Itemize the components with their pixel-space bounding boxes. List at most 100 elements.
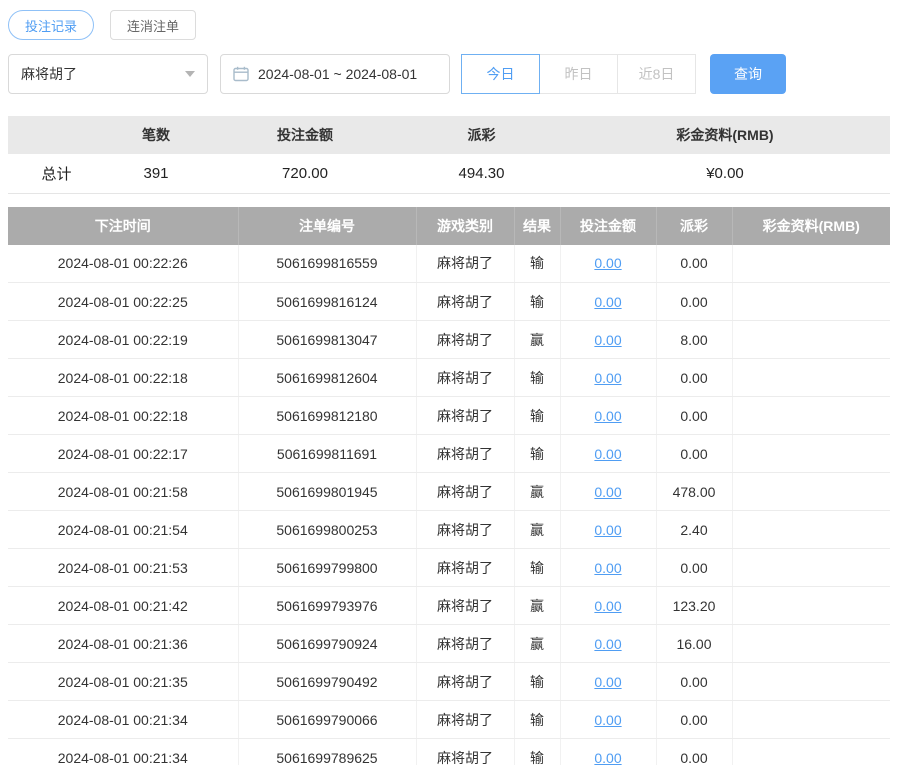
table-row: 2024-08-01 00:22:25 5061699816124 麻将胡了 输… [8,283,890,321]
cell-bet-time: 2024-08-01 00:21:35 [8,663,238,701]
summary-table: 笔数 投注金额 派彩 彩金资料(RMB) 总计 391 720.00 494.3… [8,116,890,194]
bet-amount-link[interactable]: 0.00 [594,370,621,386]
cell-order-id: 5061699812604 [238,359,416,397]
cell-payout: 0.00 [656,359,732,397]
cell-result: 输 [514,359,560,397]
cell-bet-time: 2024-08-01 00:22:18 [8,397,238,435]
top-tabs: 投注记录 连消注单 [8,10,890,40]
cell-bet-amount: 0.00 [560,245,656,283]
summary-total-row: 总计 391 720.00 494.30 ¥0.00 [8,154,890,193]
header-bet-amount: 投注金额 [560,207,656,245]
cell-order-id: 5061699816124 [238,283,416,321]
tab-cancelled-orders[interactable]: 连消注单 [110,10,196,40]
cell-game-type: 麻将胡了 [416,739,514,765]
page: 投注记录 连消注单 麻将胡了 2024-08-01 ~ 2024-08-01 今… [0,0,898,765]
cell-bonus [732,359,890,397]
cell-order-id: 5061699799800 [238,549,416,587]
cell-bet-amount: 0.00 [560,321,656,359]
cell-bonus [732,283,890,321]
cell-game-type: 麻将胡了 [416,549,514,587]
cell-result: 输 [514,549,560,587]
cell-result: 赢 [514,511,560,549]
summary-total-bonus: ¥0.00 [560,154,890,193]
cell-order-id: 5061699801945 [238,473,416,511]
cell-result: 输 [514,283,560,321]
cell-game-type: 麻将胡了 [416,625,514,663]
bet-amount-link[interactable]: 0.00 [594,408,621,424]
tab-betting-records[interactable]: 投注记录 [8,10,94,40]
quick-range-today-button[interactable]: 今日 [461,54,540,94]
cell-payout: 0.00 [656,245,732,283]
cell-order-id: 5061699813047 [238,321,416,359]
header-game-type: 游戏类别 [416,207,514,245]
bet-amount-link[interactable]: 0.00 [594,598,621,614]
header-result: 结果 [514,207,560,245]
cell-bet-amount: 0.00 [560,473,656,511]
summary-header-bet-amount: 投注金额 [207,116,403,154]
cell-result: 赢 [514,321,560,359]
cell-bet-amount: 0.00 [560,587,656,625]
table-row: 2024-08-01 00:21:34 5061699789625 麻将胡了 输… [8,739,890,765]
cell-bonus [732,701,890,739]
cell-order-id: 5061699790924 [238,625,416,663]
cell-bet-amount: 0.00 [560,663,656,701]
date-range-input[interactable]: 2024-08-01 ~ 2024-08-01 [220,54,450,94]
cell-bet-time: 2024-08-01 00:21:42 [8,587,238,625]
cell-payout: 8.00 [656,321,732,359]
cell-order-id: 5061699790492 [238,663,416,701]
bet-amount-link[interactable]: 0.00 [594,255,621,271]
cell-bonus [732,321,890,359]
cell-bet-amount: 0.00 [560,549,656,587]
search-button[interactable]: 查询 [710,54,786,94]
summary-total-bet-amount: 720.00 [207,154,403,193]
cell-order-id: 5061699789625 [238,739,416,765]
bet-amount-link[interactable]: 0.00 [594,750,621,765]
table-row: 2024-08-01 00:22:18 5061699812180 麻将胡了 输… [8,397,890,435]
table-row: 2024-08-01 00:21:53 5061699799800 麻将胡了 输… [8,549,890,587]
bet-amount-link[interactable]: 0.00 [594,332,621,348]
cell-payout: 0.00 [656,397,732,435]
cell-bonus [732,549,890,587]
cell-result: 输 [514,663,560,701]
cell-bet-time: 2024-08-01 00:21:36 [8,625,238,663]
cell-result: 输 [514,245,560,283]
table-row: 2024-08-01 00:21:42 5061699793976 麻将胡了 赢… [8,587,890,625]
bet-amount-link[interactable]: 0.00 [594,636,621,652]
cell-bonus [732,397,890,435]
cell-result: 赢 [514,625,560,663]
cell-payout: 478.00 [656,473,732,511]
bet-amount-link[interactable]: 0.00 [594,674,621,690]
cell-bonus [732,663,890,701]
cell-result: 输 [514,435,560,473]
summary-header-row: 笔数 投注金额 派彩 彩金资料(RMB) [8,116,890,154]
table-row: 2024-08-01 00:21:34 5061699790066 麻将胡了 输… [8,701,890,739]
bet-amount-link[interactable]: 0.00 [594,560,621,576]
bet-amount-link[interactable]: 0.00 [594,294,621,310]
calendar-icon [233,66,249,82]
header-bet-time: 下注时间 [8,207,238,245]
game-select[interactable]: 麻将胡了 [8,54,208,94]
header-bonus: 彩金资料(RMB) [732,207,890,245]
summary-header-bonus: 彩金资料(RMB) [560,116,890,154]
cell-result: 输 [514,739,560,765]
quick-range-yesterday-button[interactable]: 昨日 [539,54,618,94]
cell-game-type: 麻将胡了 [416,511,514,549]
game-select-value: 麻将胡了 [21,64,77,84]
table-row: 2024-08-01 00:21:58 5061699801945 麻将胡了 赢… [8,473,890,511]
cell-game-type: 麻将胡了 [416,245,514,283]
cell-bet-time: 2024-08-01 00:21:58 [8,473,238,511]
filter-bar: 麻将胡了 2024-08-01 ~ 2024-08-01 今日 昨日 近8日 查… [8,54,890,94]
cell-payout: 16.00 [656,625,732,663]
cell-game-type: 麻将胡了 [416,359,514,397]
cell-bet-amount: 0.00 [560,359,656,397]
cell-payout: 2.40 [656,511,732,549]
bet-amount-link[interactable]: 0.00 [594,522,621,538]
bet-amount-link[interactable]: 0.00 [594,446,621,462]
cell-bonus [732,625,890,663]
bet-amount-link[interactable]: 0.00 [594,712,621,728]
table-row: 2024-08-01 00:21:35 5061699790492 麻将胡了 输… [8,663,890,701]
cell-payout: 0.00 [656,549,732,587]
bet-amount-link[interactable]: 0.00 [594,484,621,500]
quick-range-last8days-button[interactable]: 近8日 [617,54,696,94]
cell-bet-amount: 0.00 [560,739,656,765]
